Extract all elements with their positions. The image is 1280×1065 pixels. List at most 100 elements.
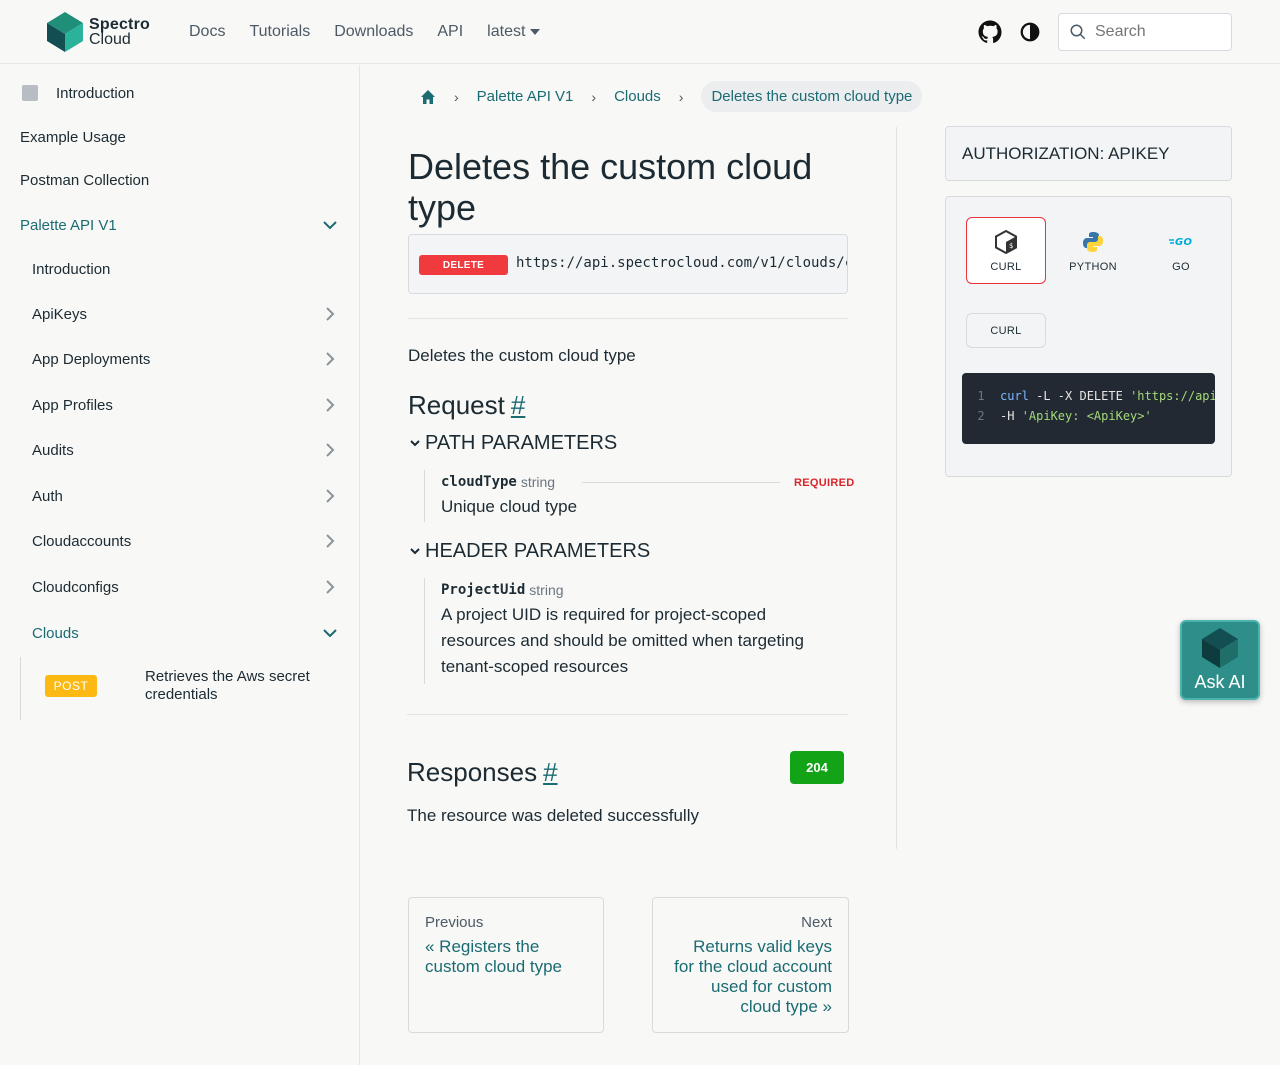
header-params-toggle[interactable]: HEADER PARAMETERS xyxy=(408,540,650,563)
nav-docs-link[interactable]: Docs xyxy=(189,23,225,41)
sidebar-item-cloudaccounts[interactable]: Cloudaccounts xyxy=(0,529,359,553)
lang-tab-python[interactable]: PYTHON xyxy=(1053,217,1133,284)
code-line: 2 -H 'ApiKey: <ApiKey>' xyxy=(962,409,1215,429)
chevron-right-icon xyxy=(326,489,335,503)
sidebar-item-label: Retrieves the Aws secret credentials xyxy=(145,668,310,703)
breadcrumb-current: Deletes the custom cloud type xyxy=(701,81,923,112)
divider xyxy=(896,127,897,849)
sidebar-item-label: App Deployments xyxy=(32,350,151,368)
github-icon[interactable] xyxy=(978,20,1002,44)
param-name: ProjectUid xyxy=(441,582,526,598)
responses-heading: Responses # xyxy=(407,757,558,788)
chevron-down-icon xyxy=(410,547,420,554)
line-number: 1 xyxy=(977,389,985,403)
divider xyxy=(408,318,848,319)
code-string: 'https://api.spectrocloud.com/v1/clouds/… xyxy=(1130,389,1215,403)
code-flags: -L -X DELETE xyxy=(1028,389,1131,403)
response-description: The resource was deleted successfully xyxy=(407,806,699,825)
lang-tab-curl[interactable]: $ CURL xyxy=(966,217,1046,284)
chevron-right-icon xyxy=(326,398,335,412)
brand-line1: Spectro xyxy=(89,16,150,33)
request-heading-text: Request xyxy=(408,390,505,420)
go-icon: GO xyxy=(1169,237,1193,248)
sidebar-section-palette-api[interactable]: Palette API V1 xyxy=(0,213,359,237)
theme-toggle-icon[interactable] xyxy=(1019,21,1041,43)
sidebar-item-label: Introduction xyxy=(32,260,111,278)
sidebar-item-cloudconfigs[interactable]: Cloudconfigs xyxy=(0,575,359,599)
curl-icon: $ xyxy=(995,229,1017,254)
ask-ai-button[interactable]: Ask AI xyxy=(1180,620,1260,700)
breadcrumb: › Palette API V1 › Clouds › Deletes the … xyxy=(418,80,923,113)
path-params-heading: PATH PARAMETERS xyxy=(425,432,618,454)
lang-label: CURL xyxy=(990,260,1022,273)
pager-label: Previous xyxy=(425,914,484,931)
code-flags: -H xyxy=(1000,409,1022,423)
request-anchor-link[interactable]: # xyxy=(511,390,525,420)
sidebar-item-app-deployments[interactable]: App Deployments xyxy=(0,347,359,371)
code-block[interactable]: 1 curl -L -X DELETE 'https://api.spectro… xyxy=(962,373,1215,444)
nav-downloads-link[interactable]: Downloads xyxy=(334,23,413,41)
pager-title: Returns valid keys for the cloud account… xyxy=(674,937,832,1016)
brand-logo[interactable]: Spectro Cloud xyxy=(47,12,150,52)
code-string: 'ApiKey: <ApiKey>' xyxy=(1021,409,1152,423)
spectro-logo-icon xyxy=(1202,627,1238,668)
home-icon[interactable] xyxy=(420,89,436,105)
chevron-right-icon xyxy=(326,580,335,594)
sidebar-item-introduction-v1[interactable]: Introduction xyxy=(0,257,359,281)
search-input[interactable] xyxy=(1095,23,1215,41)
next-page-link[interactable]: Next Returns valid keys for the cloud ac… xyxy=(652,897,849,1033)
post-method-badge: POST xyxy=(45,675,97,697)
ask-ai-label: Ask AI xyxy=(1194,671,1246,692)
response-code-badge[interactable]: 204 xyxy=(790,751,844,784)
line-number: 2 xyxy=(977,409,985,423)
sidebar-item-label: Audits xyxy=(32,441,74,459)
endpoint-url: https://api.spectrocloud.com/v1/clouds/c… xyxy=(516,255,847,271)
pager-label: Next xyxy=(801,914,832,931)
python-icon xyxy=(1083,231,1103,252)
sidebar-item-example-usage[interactable]: Example Usage xyxy=(0,125,359,149)
sidebar-item-label: Introduction xyxy=(56,84,135,102)
sidebar-item-clouds[interactable]: Clouds xyxy=(0,621,359,645)
sidebar-item-postman-collection[interactable]: Postman Collection xyxy=(0,168,359,192)
document-icon xyxy=(22,85,38,101)
header-param-projectuid: ProjectUid string A project UID is requi… xyxy=(424,578,848,684)
spectro-logo-icon xyxy=(47,12,83,52)
param-type: string xyxy=(520,474,556,490)
sidebar-item-label: App Profiles xyxy=(32,396,113,414)
code-line: 1 curl -L -X DELETE 'https://api.spectro… xyxy=(962,389,1215,409)
path-params-toggle[interactable]: PATH PARAMETERS xyxy=(408,432,617,455)
responses-anchor-link[interactable]: # xyxy=(543,757,557,787)
breadcrumb-separator-icon: › xyxy=(454,88,459,105)
sidebar-item-apikeys[interactable]: ApiKeys xyxy=(0,302,359,326)
sidebar-item-label: Cloudconfigs xyxy=(32,578,119,596)
breadcrumb-clouds[interactable]: Clouds xyxy=(614,88,661,105)
sidebar-item-app-profiles[interactable]: App Profiles xyxy=(0,393,359,417)
sidebar-item-label: Clouds xyxy=(32,624,79,642)
nav-api-link[interactable]: API xyxy=(437,23,463,41)
sidebar-item-auth[interactable]: Auth xyxy=(0,484,359,508)
endpoint-box[interactable]: DELETE https://api.spectrocloud.com/v1/c… xyxy=(408,234,848,294)
delete-method-badge: DELETE xyxy=(419,255,508,275)
sidebar-item-introduction[interactable]: Introduction xyxy=(0,81,359,105)
sidebar-item-audits[interactable]: Audits xyxy=(0,438,359,462)
breadcrumb-palette-api[interactable]: Palette API V1 xyxy=(477,88,574,105)
version-dropdown[interactable]: latest xyxy=(487,23,541,41)
previous-page-link[interactable]: Previous « Registers the custom cloud ty… xyxy=(408,897,604,1033)
chevron-down-icon xyxy=(410,439,420,446)
divider xyxy=(407,714,848,715)
curl-variant-tab[interactable]: CURL xyxy=(966,313,1046,348)
param-type: string xyxy=(529,582,564,598)
lang-label: PYTHON xyxy=(1069,260,1117,273)
brand-line2: Cloud xyxy=(89,31,131,48)
svg-text:GO: GO xyxy=(1175,237,1193,248)
sidebar-item-aws-secret[interactable]: POST Retrieves the Aws secret credential… xyxy=(20,657,340,720)
lang-tab-go[interactable]: GO GO xyxy=(1141,217,1221,284)
sidebar-item-label: ApiKeys xyxy=(32,305,88,323)
breadcrumb-separator-icon: › xyxy=(591,88,597,105)
search-box[interactable] xyxy=(1058,13,1232,51)
required-badge: REQUIRED xyxy=(794,477,855,489)
chevron-down-icon xyxy=(323,629,337,638)
divider xyxy=(582,482,780,483)
nav-tutorials-link[interactable]: Tutorials xyxy=(249,23,310,41)
sidebar-item-label: Postman Collection xyxy=(20,171,150,189)
